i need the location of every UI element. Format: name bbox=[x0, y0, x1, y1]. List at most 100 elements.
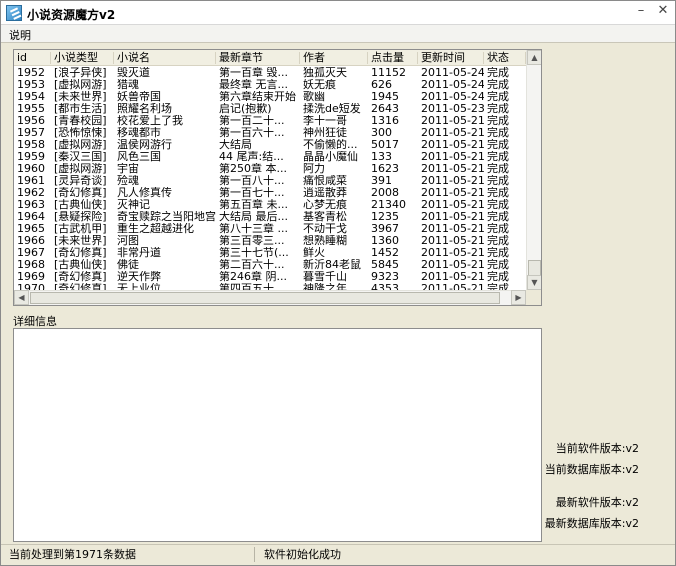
cell-title: 河图 bbox=[117, 235, 139, 247]
column-header-clicks[interactable]: 点击量 bbox=[368, 52, 418, 64]
detail-textarea[interactable] bbox=[13, 328, 542, 542]
column-header-updated[interactable]: 更新时间 bbox=[418, 52, 484, 64]
cell-status: 完成 bbox=[487, 187, 509, 199]
table-header: id 小说类型 小说名 最新章节 作者 点击量 更新时间 状态 bbox=[14, 50, 526, 66]
cell-id: 1959 bbox=[17, 151, 45, 163]
cell-id: 1956 bbox=[17, 115, 45, 127]
cell-title: 校花爱上了我 bbox=[117, 115, 183, 127]
cell-id: 1966 bbox=[17, 235, 45, 247]
table-row[interactable]: 1969 [奇幻修真] 逆天作弊 第246章 阴... 暮雪千山 9323 2011-05-… bbox=[14, 271, 526, 283]
cell-id: 1964 bbox=[17, 211, 45, 223]
cell-status: 完成 bbox=[487, 79, 509, 91]
table-row[interactable]: 1954 [未来世界] 妖兽帝国 第六章结束开始 歌幽 1945 2011-05-24 完成 bbox=[14, 91, 526, 103]
novel-table[interactable]: id 小说类型 小说名 最新章节 作者 点击量 更新时间 状态 1952 [浪子异… bbox=[13, 49, 542, 306]
horizontal-scrollbar[interactable]: ◀ ▶ bbox=[14, 290, 526, 305]
cell-clicks: 1316 bbox=[371, 115, 399, 127]
table-row[interactable]: 1959 [秦汉三国] 风色三国 44 尾声:结... 晶晶小魔仙 133 2011-05-… bbox=[14, 151, 526, 163]
column-header-type[interactable]: 小说类型 bbox=[51, 52, 114, 64]
latest-software-version: 最新软件版本:v2 bbox=[555, 496, 639, 509]
cell-id: 1967 bbox=[17, 247, 45, 259]
cell-author: 鲜火 bbox=[303, 247, 325, 259]
table-row[interactable]: 1957 [恐怖惊悚] 移魂都市 第一百六十... 神州狂徒 300 2011-05-21 完… bbox=[14, 127, 526, 139]
scroll-left-button[interactable]: ◀ bbox=[14, 290, 29, 305]
table-row[interactable]: 1952 [浪子异侠] 毁灭道 第一百章 毁... 独孤灭天 11152 2011-05-2… bbox=[14, 67, 526, 79]
cell-type: [奇幻修真] bbox=[54, 271, 107, 283]
cell-title: 非常丹道 bbox=[117, 247, 161, 259]
cell-latest-chapter: 44 尾声:结... bbox=[219, 151, 284, 163]
cell-clicks: 11152 bbox=[371, 67, 406, 79]
cell-author: 痛恨咸菜 bbox=[303, 175, 347, 187]
cell-id: 1955 bbox=[17, 103, 45, 115]
cell-status: 完成 bbox=[487, 91, 509, 103]
cell-clicks: 1452 bbox=[371, 247, 399, 259]
cell-author: 不偷懒的... bbox=[303, 139, 358, 151]
cell-updated: 2011-05-21 bbox=[421, 235, 484, 247]
cell-title: 温侯网游行 bbox=[117, 139, 172, 151]
horizontal-scroll-thumb[interactable] bbox=[30, 292, 500, 304]
cell-author: 揉洗de短发 bbox=[303, 103, 361, 115]
scroll-right-button[interactable]: ▶ bbox=[511, 290, 526, 305]
cell-latest-chapter: 第三百零三... bbox=[219, 235, 285, 247]
table-row[interactable]: 1955 [都市生活] 照耀名利场 启记(抱歉) 揉洗de短发 2643 2011-05-2… bbox=[14, 103, 526, 115]
close-button[interactable]: ✕ bbox=[653, 3, 673, 19]
cell-updated: 2011-05-24 bbox=[421, 79, 484, 91]
table-row[interactable]: 1963 [古典仙侠] 灭神记 第五百章 未... 心梦无痕 21340 2011-05-2… bbox=[14, 199, 526, 211]
cell-type: [恐怖惊悚] bbox=[54, 127, 107, 139]
table-row[interactable]: 1956 [青春校园] 校花爱上了我 第一百二十... 李十一哥 1316 2011-05-… bbox=[14, 115, 526, 127]
column-header-title[interactable]: 小说名 bbox=[114, 52, 216, 64]
cell-id: 1954 bbox=[17, 91, 45, 103]
scroll-up-button[interactable]: ▲ bbox=[527, 50, 541, 65]
cell-type: [秦汉三国] bbox=[54, 151, 107, 163]
cell-author: 神州狂徒 bbox=[303, 127, 347, 139]
scrollbar-corner bbox=[526, 290, 541, 305]
cell-updated: 2011-05-21 bbox=[421, 127, 484, 139]
cell-latest-chapter: 第五百章 未... bbox=[219, 199, 288, 211]
cell-status: 完成 bbox=[487, 175, 509, 187]
cell-status: 完成 bbox=[487, 127, 509, 139]
cell-updated: 2011-05-21 bbox=[421, 211, 484, 223]
scroll-down-button[interactable]: ▼ bbox=[527, 275, 541, 290]
cell-id: 1968 bbox=[17, 259, 45, 271]
table-row[interactable]: 1962 [奇幻修真] 凡人修真传 第一百七十... 逍遥散莽 2008 2011-05-2… bbox=[14, 187, 526, 199]
column-header-author[interactable]: 作者 bbox=[300, 52, 368, 64]
title-bar[interactable]: 小说资源魔方v2 – ✕ bbox=[1, 1, 675, 25]
table-row[interactable]: 1953 [虚拟网游] 猎魂 最终章 无言... 妖无痕 626 2011-05-24 完成 bbox=[14, 79, 526, 91]
cell-title: 妖兽帝国 bbox=[117, 91, 161, 103]
cell-latest-chapter: 第一百二十... bbox=[219, 115, 285, 127]
cell-updated: 2011-05-21 bbox=[421, 187, 484, 199]
cell-title: 殓魂 bbox=[117, 175, 139, 187]
cell-updated: 2011-05-21 bbox=[421, 199, 484, 211]
table-row[interactable]: 1967 [奇幻修真] 非常丹道 第三十七节(... 鲜火 1452 2011-05-21 完… bbox=[14, 247, 526, 259]
table-row[interactable]: 1958 [虚拟网游] 温侯网游行 大结局 不偷懒的... 5017 2011-05-21 完… bbox=[14, 139, 526, 151]
menu-item-help[interactable]: 说明 bbox=[9, 27, 31, 43]
cell-author: 不动干戈 bbox=[303, 223, 347, 235]
table-row[interactable]: 1964 [悬疑探险] 奇宝赎踪之当阳地宫 大结局 最后... 基客青松 1235 2011… bbox=[14, 211, 526, 223]
cell-author: 心梦无痕 bbox=[303, 199, 347, 211]
cell-updated: 2011-05-24 bbox=[421, 67, 484, 79]
cell-latest-chapter: 大结局 最后... bbox=[219, 211, 288, 223]
column-header-status[interactable]: 状态 bbox=[484, 52, 526, 64]
cell-clicks: 1623 bbox=[371, 163, 399, 175]
table-row[interactable]: 1965 [古武机甲] 重生之超越进化 第八十三章 ... 不动干戈 3967 2011-0… bbox=[14, 223, 526, 235]
column-header-latest-chapter[interactable]: 最新章节 bbox=[216, 52, 300, 64]
current-software-version: 当前软件版本:v2 bbox=[555, 442, 639, 455]
table-row[interactable]: 1968 [古典仙侠] 佛徒 第二百六十... 新沂84老鼠 5845 2011-05-21… bbox=[14, 259, 526, 271]
table-row[interactable]: 1961 [灵异奇谈] 殓魂 第一百八十... 痛恨咸菜 391 2011-05-21 完成 bbox=[14, 175, 526, 187]
cell-id: 1958 bbox=[17, 139, 45, 151]
cell-clicks: 3967 bbox=[371, 223, 399, 235]
cell-type: [未来世界] bbox=[54, 235, 107, 247]
cell-type: [都市生活] bbox=[54, 103, 107, 115]
cell-updated: 2011-05-24 bbox=[421, 91, 484, 103]
cell-type: [悬疑探险] bbox=[54, 211, 107, 223]
column-header-id[interactable]: id bbox=[14, 52, 51, 64]
cell-title: 照耀名利场 bbox=[117, 103, 172, 115]
minimize-button[interactable]: – bbox=[631, 3, 651, 19]
cell-latest-chapter: 大结局 bbox=[219, 139, 252, 151]
table-row[interactable]: 1960 [虚拟网游] 宇宙 第250章 本... 阿力 1623 2011-05-21 完成 bbox=[14, 163, 526, 175]
cell-latest-chapter: 第三十七节(... bbox=[219, 247, 289, 259]
cell-id: 1960 bbox=[17, 163, 45, 175]
cell-clicks: 1945 bbox=[371, 91, 399, 103]
table-row[interactable]: 1966 [未来世界] 河图 第三百零三... 想熟睡糊 1360 2011-05-21 完成 bbox=[14, 235, 526, 247]
cell-type: [虚拟网游] bbox=[54, 139, 107, 151]
vertical-scrollbar[interactable]: ▲ ▼ bbox=[526, 50, 541, 290]
